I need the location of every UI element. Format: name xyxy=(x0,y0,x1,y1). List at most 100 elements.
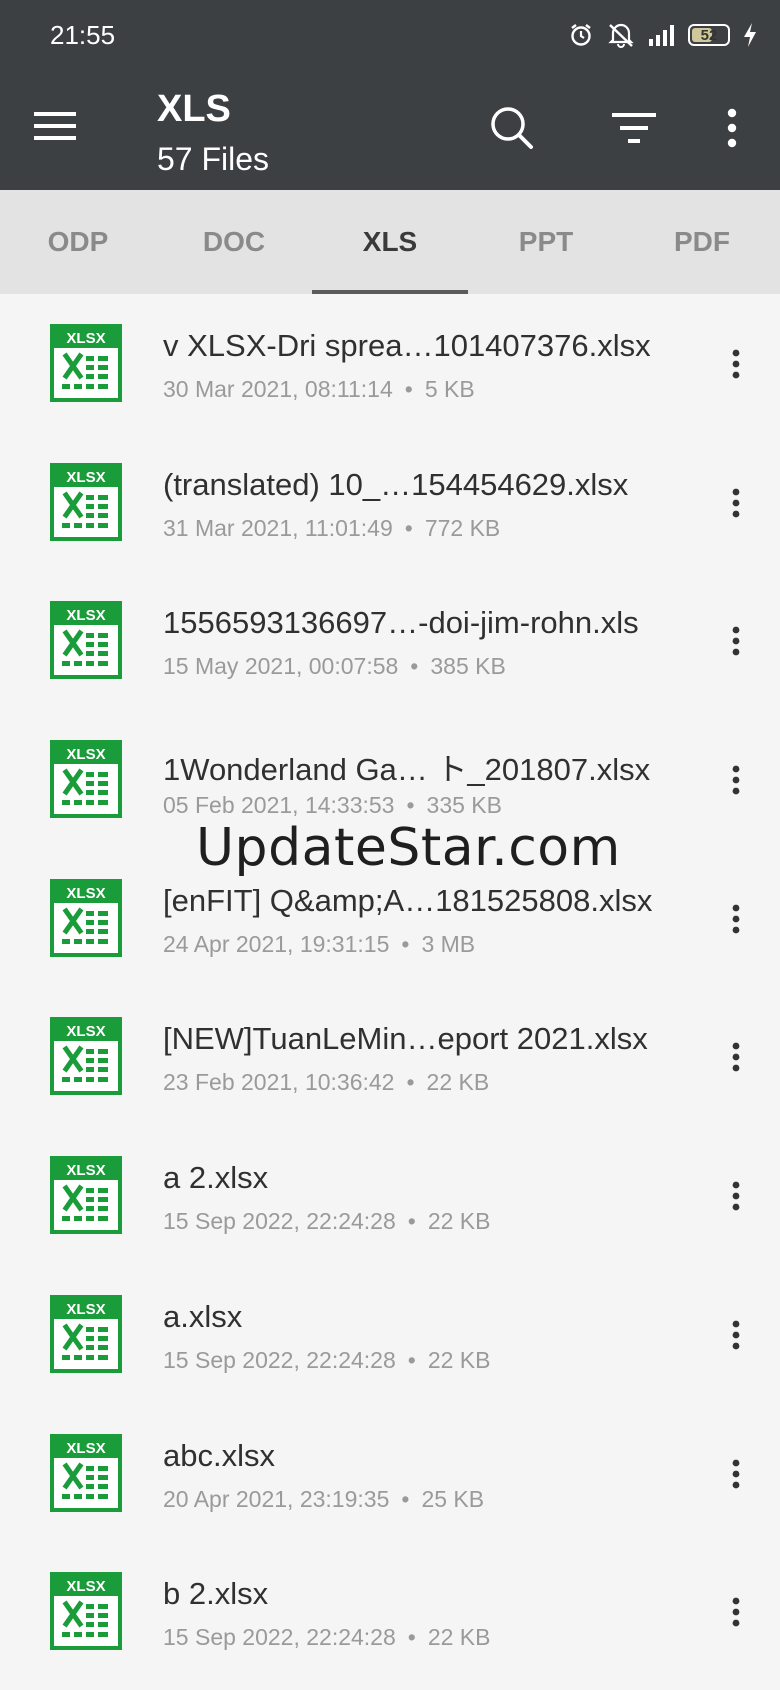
file-row[interactable]: XLSX b 2.xlsx 15 Sep 2022, 22:24:28 • 22 K… xyxy=(0,1542,780,1681)
svg-text:XLSX: XLSX xyxy=(66,885,105,902)
more-vert-icon xyxy=(732,1597,740,1627)
file-more-button[interactable] xyxy=(716,1313,756,1357)
filter-button[interactable] xyxy=(606,100,662,156)
alarm-icon xyxy=(568,22,594,48)
meta-separator: • xyxy=(407,1208,416,1235)
file-meta: 15 Sep 2022, 22:24:28 • 22 KB xyxy=(163,1208,490,1235)
more-vert-icon xyxy=(732,1043,740,1072)
svg-text:XLSX: XLSX xyxy=(66,1301,105,1318)
meta-separator: • xyxy=(404,376,413,402)
file-row[interactable]: XLSX abc.xlsx 20 Apr 2021, 23:19:35 • 25 K… xyxy=(0,1404,780,1543)
xlsx-file-icon: XLSX xyxy=(50,740,122,819)
file-more-button[interactable] xyxy=(716,1590,756,1634)
battery-icon: 52 xyxy=(688,24,730,46)
tab-odp[interactable]: ODP xyxy=(0,190,156,294)
more-vert-icon xyxy=(732,1459,740,1488)
file-row[interactable]: XLSX [NEW]TuanLeMin…eport 2021.xlsx 23 F… xyxy=(0,987,780,1126)
meta-separator: • xyxy=(401,1485,410,1512)
svg-text:XLSX: XLSX xyxy=(66,607,105,624)
file-more-button[interactable] xyxy=(716,1452,756,1496)
more-vert-icon xyxy=(732,904,740,934)
svg-text:XLSX: XLSX xyxy=(66,1023,105,1040)
file-meta: 15 Sep 2022, 22:24:28 • 22 KB xyxy=(163,1347,490,1374)
meta-separator: • xyxy=(401,930,410,957)
more-vert-icon xyxy=(732,765,740,795)
svg-text:XLSX: XLSX xyxy=(66,1578,105,1595)
more-vert-icon xyxy=(732,626,740,656)
file-size: 25 KB xyxy=(421,1485,485,1512)
file-more-button[interactable] xyxy=(716,897,756,941)
file-more-button[interactable] xyxy=(716,619,756,663)
file-meta: 23 Feb 2021, 10:36:42 • 22 KB xyxy=(163,1069,489,1096)
file-name: 1Wonderland Ga… ト_201807.xlsx xyxy=(163,752,651,788)
file-name: [NEW]TuanLeMin…eport 2021.xlsx xyxy=(163,1021,648,1057)
tab-xls[interactable]: XLS xyxy=(312,190,468,294)
file-name: a.xlsx xyxy=(163,1298,243,1334)
file-meta: 15 Sep 2022, 22:24:28 • 22 KB xyxy=(163,1624,490,1651)
more-vert-icon xyxy=(732,1320,740,1350)
tab-pdf[interactable]: PDF xyxy=(624,190,780,294)
file-size: 385 KB xyxy=(430,653,506,680)
status-icons: 52 xyxy=(568,20,758,50)
file-row[interactable]: XLSX a.xlsx 15 Sep 2022, 22:24:28 • 22 KB xyxy=(0,1265,780,1404)
xlsx-file-icon: XLSX xyxy=(50,601,122,680)
menu-button[interactable] xyxy=(34,104,86,150)
file-name: v XLSX-Dri sprea…101407376.xlsx xyxy=(163,328,651,363)
xlsx-file-icon: XLSX xyxy=(50,1294,122,1373)
file-more-button[interactable] xyxy=(716,342,756,386)
file-size: 772 KB xyxy=(424,514,501,541)
file-more-button[interactable] xyxy=(716,1035,756,1079)
charging-icon xyxy=(742,22,758,48)
app-bar: 21:55 52 XLS 57 Files xyxy=(0,0,780,190)
file-date: 31 Mar 2021, 11:01:49 xyxy=(163,514,393,541)
svg-text:XLSX: XLSX xyxy=(66,1162,105,1179)
file-meta: 15 May 2021, 00:07:58 • 385 KB xyxy=(163,653,506,680)
file-date: 05 Feb 2021, 14:33:53 xyxy=(163,792,395,819)
file-date: 24 Apr 2021, 19:31:15 xyxy=(163,930,390,957)
file-size: 22 KB xyxy=(427,1208,491,1235)
file-name: 1556593136697…-doi-jim-rohn.xls xyxy=(163,605,639,641)
more-vert-icon xyxy=(732,488,740,518)
file-more-button[interactable] xyxy=(716,1174,756,1218)
file-meta: 24 Apr 2021, 19:31:15 • 3 MB xyxy=(163,931,475,958)
file-size: 335 KB xyxy=(426,792,502,819)
watermark: UpdateStar.com xyxy=(196,818,621,878)
file-list: XLSX v XLSX-Dri sprea…101407376.xlsx 30 … xyxy=(0,294,780,1681)
svg-text:XLSX: XLSX xyxy=(66,1440,105,1457)
file-row[interactable]: XLSX (translated) 10_…154454629.xlsx 31 … xyxy=(0,433,780,572)
file-count: 57 Files xyxy=(157,141,270,177)
meta-separator: • xyxy=(407,1346,416,1373)
file-row[interactable]: XLSX v XLSX-Dri sprea…101407376.xlsx 30 … xyxy=(0,294,780,433)
overflow-menu-button[interactable] xyxy=(704,100,760,156)
tab-ppt[interactable]: PPT xyxy=(468,190,624,294)
svg-text:XLSX: XLSX xyxy=(66,330,105,347)
file-date: 15 May 2021, 00:07:58 xyxy=(163,653,399,680)
file-name: [enFIT] Q&amp;A…181525808.xlsx xyxy=(163,882,653,918)
meta-separator: • xyxy=(406,792,415,819)
title-block: XLS 57 Files xyxy=(157,88,269,180)
meta-separator: • xyxy=(407,1624,416,1651)
svg-text:XLSX: XLSX xyxy=(66,469,105,486)
file-date: 30 Mar 2021, 08:11:14 xyxy=(163,376,393,402)
xlsx-file-icon: XLSX xyxy=(50,1433,122,1512)
file-row[interactable]: XLSX a 2.xlsx 15 Sep 2022, 22:24:28 • 22 K… xyxy=(0,1126,780,1265)
more-vert-icon xyxy=(732,1181,740,1211)
file-row[interactable]: XLSX 1556593136697…-doi-jim-rohn.xls 15 … xyxy=(0,571,780,710)
file-size: 22 KB xyxy=(427,1624,491,1651)
file-more-button[interactable] xyxy=(716,481,756,525)
file-more-button[interactable] xyxy=(716,758,756,802)
xlsx-file-icon: XLSX xyxy=(50,1156,122,1235)
battery-level: 52 xyxy=(700,26,718,44)
file-name: (translated) 10_…154454629.xlsx xyxy=(163,466,629,502)
search-icon xyxy=(491,107,533,149)
xlsx-file-icon: XLSX xyxy=(50,1017,122,1096)
file-name: b 2.xlsx xyxy=(163,1576,269,1612)
search-button[interactable] xyxy=(484,100,540,156)
file-date: 15 Sep 2022, 22:24:28 xyxy=(163,1624,396,1651)
file-size: 3 MB xyxy=(421,930,476,957)
xlsx-file-icon: XLSX xyxy=(50,324,122,402)
file-size: 22 KB xyxy=(426,1069,490,1096)
xlsx-file-icon: XLSX xyxy=(50,1572,122,1651)
file-meta: 31 Mar 2021, 11:01:49 • 772 KB xyxy=(163,515,500,542)
tab-doc[interactable]: DOC xyxy=(156,190,312,294)
